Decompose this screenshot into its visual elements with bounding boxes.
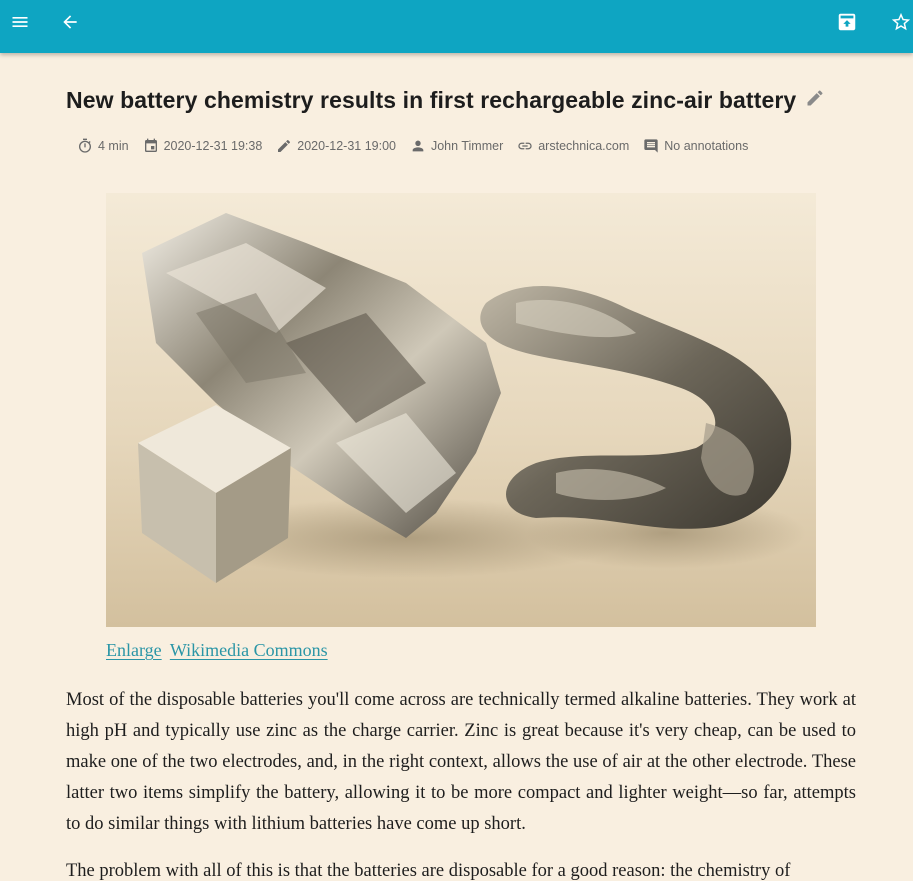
reading-time: 4 min	[77, 138, 129, 154]
archive-button[interactable]	[827, 0, 867, 44]
created-date-text: 2020-12-31 19:38	[163, 139, 263, 153]
link-icon	[518, 142, 532, 150]
title-row: New battery chemistry results in first r…	[66, 87, 856, 114]
article-body: Most of the disposable batteries you'll …	[66, 685, 856, 881]
timer-icon	[79, 138, 91, 153]
reading-time-text: 4 min	[98, 139, 129, 153]
created-date: 2020-12-31 19:38	[143, 138, 263, 154]
enlarge-link[interactable]: Enlarge	[106, 640, 162, 660]
edit-title-button[interactable]	[804, 87, 826, 109]
arrow-back-icon	[63, 15, 77, 29]
app-bar	[0, 0, 913, 53]
menu-button[interactable]	[0, 0, 40, 44]
author: John Timmer	[410, 138, 503, 154]
article-image	[106, 193, 816, 627]
calendar-icon	[144, 138, 157, 152]
wikimedia-link[interactable]: Wikimedia Commons	[170, 640, 328, 660]
image-caption: Enlarge Wikimedia Commons	[106, 640, 332, 661]
source-domain[interactable]: arstechnica.com	[538, 139, 629, 153]
annotations-text: No annotations	[664, 139, 749, 153]
article-title: New battery chemistry results in first r…	[66, 87, 797, 113]
pencil-icon	[807, 89, 823, 105]
updated-date: 2020-12-31 19:00	[276, 138, 396, 154]
person-icon	[412, 140, 424, 152]
archive-icon	[838, 13, 856, 31]
source-link[interactable]: arstechnica.com	[517, 138, 629, 154]
updated-date-text: 2020-12-31 19:00	[297, 139, 396, 153]
pencil-icon	[278, 139, 291, 152]
zinc-image	[138, 213, 806, 583]
menu-icon	[12, 17, 28, 27]
author-text: John Timmer	[430, 139, 504, 153]
back-button[interactable]	[50, 0, 90, 44]
comment-icon	[644, 139, 658, 153]
paragraph: Most of the disposable batteries you'll …	[66, 690, 856, 834]
article-page: New battery chemistry results in first r…	[0, 53, 913, 881]
article-meta: 4 min 2020-12-31 19:38 2020-12-31 19:00 …	[77, 136, 762, 156]
star-outline-icon	[891, 12, 911, 31]
favorite-button[interactable]	[881, 0, 913, 44]
paragraph: The problem with all of this is that the…	[66, 861, 791, 881]
annotations[interactable]: No annotations	[643, 138, 748, 154]
